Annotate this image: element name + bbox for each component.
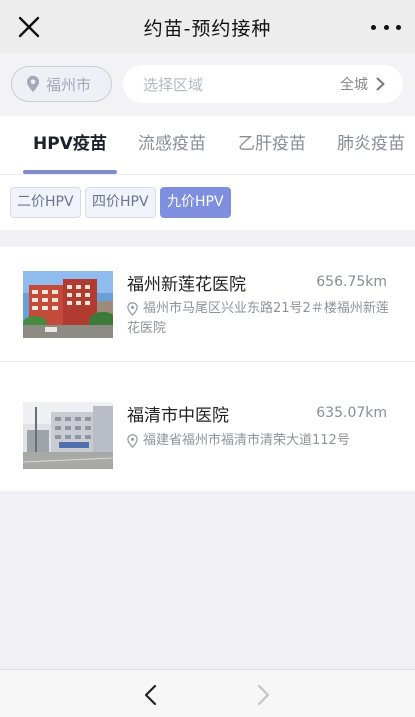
region-placeholder: 选择区域	[143, 75, 204, 94]
location-bar: 福州市 选择区域 全城	[0, 54, 415, 116]
hospital-address: 福建省福州市福清市清荣大道112号	[143, 433, 350, 448]
bottom-nav	[0, 669, 415, 717]
title-bar: 约苗-预约接种	[0, 0, 415, 54]
hospital-distance: 635.07km	[316, 405, 387, 421]
hospital-name: 福州新莲花医院	[127, 275, 246, 295]
filter-bivalent-hpv[interactable]: 二价HPV	[10, 187, 81, 218]
hospital-name: 福清市中医院	[127, 406, 229, 426]
close-icon[interactable]	[16, 14, 42, 40]
more-dots-icon[interactable]	[371, 14, 401, 40]
city-selector[interactable]: 福州市	[11, 66, 112, 102]
chevron-left-icon[interactable]	[142, 684, 162, 706]
list-item[interactable]: 福清市中医院 635.07km 福建省福州市福清市清荣大道112号	[0, 361, 415, 491]
hospital-address: 福州市马尾区兴业东路21号2＃楼福州新莲花医院	[127, 301, 389, 336]
chevron-right-icon[interactable]	[252, 684, 272, 706]
page-title: 约苗-预约接种	[143, 17, 272, 40]
vaccine-tabs: HPV疫苗 流感疫苗 乙肝疫苗 肺炎疫苗	[0, 116, 415, 175]
filter-nonavalent-hpv[interactable]: 九价HPV	[160, 187, 231, 218]
active-tab-indicator	[23, 170, 117, 174]
list-item[interactable]: 福州新莲花医院 656.75km 福州市马尾区兴业东路21号2＃楼福州新莲花医院	[0, 247, 415, 362]
hospital-photo	[23, 402, 113, 469]
region-selector[interactable]: 选择区域 全城	[123, 65, 403, 103]
tab-hpv-vaccine[interactable]: HPV疫苗	[33, 116, 107, 175]
tab-flu-vaccine[interactable]: 流感疫苗	[138, 116, 206, 175]
tab-pneumonia-vaccine[interactable]: 肺炎疫苗	[337, 116, 405, 175]
city-name: 福州市	[46, 75, 92, 94]
tab-hepatitis-b-vaccine[interactable]: 乙肝疫苗	[238, 116, 306, 175]
chevron-right-icon	[376, 77, 385, 91]
location-pin-icon	[27, 75, 39, 92]
hpv-valence-filters: 二价HPV 四价HPV 九价HPV	[0, 175, 415, 230]
hospital-photo	[23, 271, 113, 338]
hospital-distance: 656.75km	[316, 274, 387, 290]
region-scope: 全城	[340, 77, 368, 93]
filter-quadrivalent-hpv[interactable]: 四价HPV	[85, 187, 156, 218]
hospital-list: 福州新莲花医院 656.75km 福州市马尾区兴业东路21号2＃楼福州新莲花医院	[0, 247, 415, 491]
